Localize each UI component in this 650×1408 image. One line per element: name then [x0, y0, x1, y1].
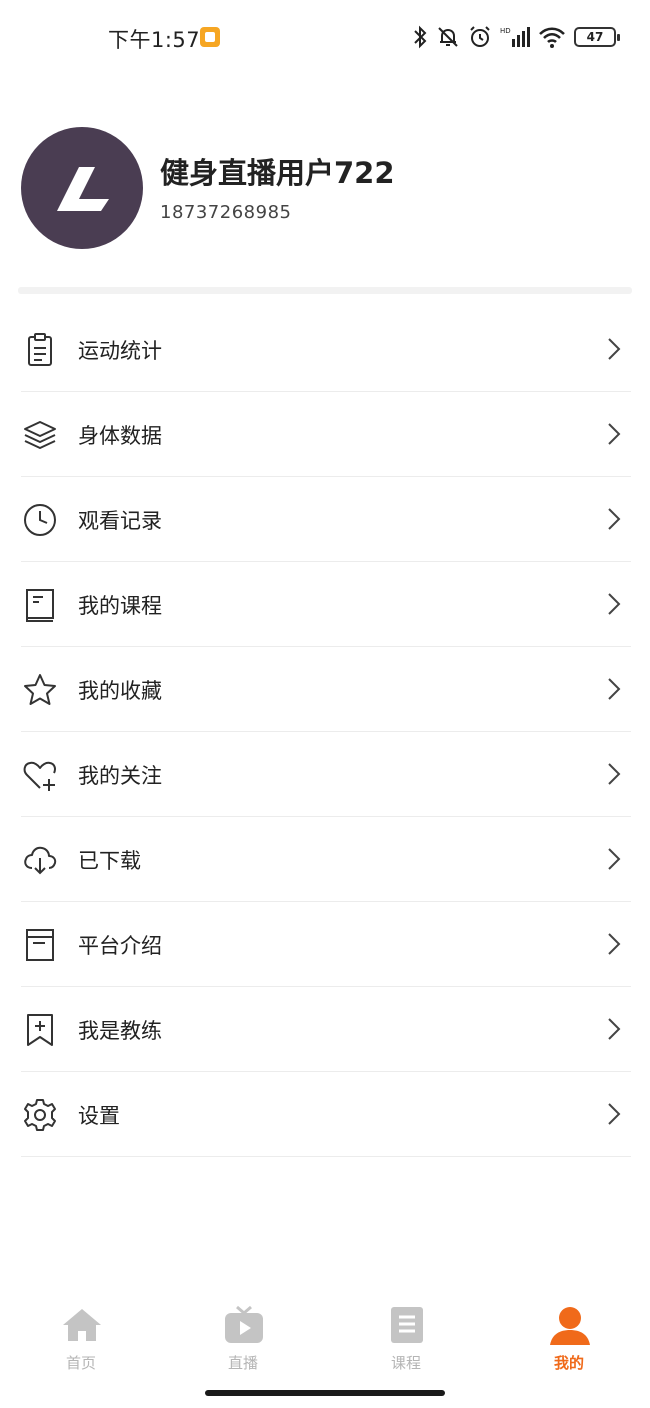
user-phone: 18737268985: [160, 202, 292, 223]
clock-icon: [24, 504, 56, 536]
menu-item-watch-history[interactable]: 观看记录: [21, 477, 631, 562]
notification-app-icon: [200, 27, 220, 47]
profile-header[interactable]: 健身直播用户722 18737268985: [0, 118, 650, 258]
course-book-icon: [391, 1307, 423, 1343]
menu-item-exercise-stats[interactable]: 运动统计: [21, 307, 631, 392]
chevron-right-icon: [608, 763, 621, 785]
chevron-right-icon: [608, 508, 621, 530]
menu-item-label: 观看记录: [78, 509, 162, 533]
home-indicator[interactable]: [205, 1390, 445, 1396]
bookmark-plus-icon: [27, 1014, 53, 1046]
menu-item-label: 我的收藏: [78, 679, 162, 703]
battery-level: 47: [586, 30, 604, 44]
home-icon: [63, 1309, 101, 1341]
menu-item-my-favorites[interactable]: 我的收藏: [21, 647, 631, 732]
chevron-right-icon: [608, 338, 621, 360]
menu-item-body-data[interactable]: 身体数据: [21, 392, 631, 477]
app-logo-icon: [57, 167, 109, 211]
star-icon: [24, 674, 56, 705]
heart-plus-icon: [23, 761, 56, 791]
tab-home[interactable]: 首页: [26, 1300, 136, 1380]
chevron-right-icon: [608, 1018, 621, 1040]
bluetooth-icon: [414, 25, 427, 49]
tv-play-icon: [225, 1305, 263, 1343]
chevron-right-icon: [608, 423, 621, 445]
chevron-right-icon: [608, 848, 621, 870]
menu-item-my-follows[interactable]: 我的关注: [21, 732, 631, 817]
cloud-download-icon: [24, 846, 57, 875]
status-bar: 下午1:57 HD 47: [0, 0, 650, 76]
bottom-tab-bar: 首页 直播 课程 我的: [0, 1300, 650, 1380]
clipboard-icon: [28, 333, 52, 366]
chevron-right-icon: [608, 1103, 621, 1125]
tab-label: 我的: [553, 1354, 584, 1372]
menu-item-label: 平台介绍: [78, 934, 162, 958]
chevron-right-icon: [608, 933, 621, 955]
tab-mine[interactable]: 我的: [514, 1300, 624, 1380]
person-icon: [550, 1307, 590, 1345]
wifi-icon: [539, 27, 565, 48]
tab-courses[interactable]: 课程: [351, 1300, 461, 1380]
status-icons: HD 47: [412, 22, 620, 52]
status-time: 下午1:57: [108, 28, 201, 52]
menu-item-settings[interactable]: 设置: [21, 1072, 631, 1157]
menu-item-label: 运动统计: [78, 339, 162, 363]
menu-item-platform-intro[interactable]: 平台介绍: [21, 902, 631, 987]
menu-item-my-courses[interactable]: 我的课程: [21, 562, 631, 647]
gear-icon: [24, 1099, 56, 1131]
menu-item-downloaded[interactable]: 已下载: [21, 817, 631, 902]
menu-item-label: 已下载: [78, 849, 141, 873]
svg-text:HD: HD: [500, 27, 511, 35]
menu-item-label: 身体数据: [78, 424, 162, 448]
menu-item-i-am-coach[interactable]: 我是教练: [21, 987, 631, 1072]
tab-label: 直播: [227, 1354, 258, 1372]
chevron-right-icon: [608, 678, 621, 700]
battery-indicator: 47: [574, 27, 620, 47]
avatar[interactable]: [21, 127, 143, 249]
chevron-right-icon: [608, 593, 621, 615]
tab-label: 首页: [65, 1354, 96, 1372]
layers-icon: [24, 421, 56, 449]
section-divider: [18, 287, 632, 294]
document-icon: [26, 929, 54, 961]
alarm-icon: [470, 26, 490, 47]
tab-live[interactable]: 直播: [188, 1300, 298, 1380]
menu-item-label: 我是教练: [78, 1019, 162, 1043]
book-icon: [26, 589, 54, 622]
tab-label: 课程: [390, 1354, 421, 1372]
menu-item-label: 设置: [78, 1104, 120, 1128]
settings-menu: 运动统计 身体数据 观看记录 我的课程 我的收藏 我的关注 已下载 平台介绍 我…: [21, 307, 631, 1157]
bell-muted-icon: [438, 27, 458, 47]
signal-icon: HD: [500, 27, 530, 47]
menu-item-label: 我的课程: [78, 594, 162, 618]
user-name: 健身直播用户722: [160, 156, 395, 190]
menu-item-label: 我的关注: [78, 764, 162, 788]
